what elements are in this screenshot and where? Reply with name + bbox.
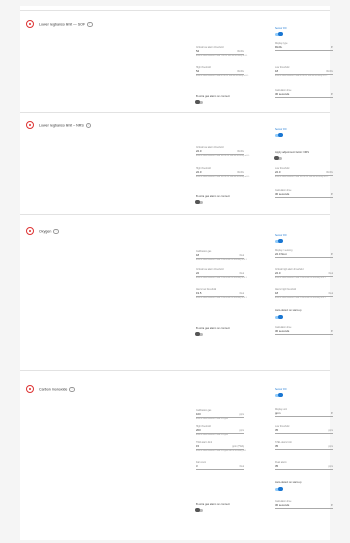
- sensor-label: Sensor ON: [275, 28, 287, 30]
- section-nrs: Lower regbanso limit – NRS i Sensor ON Ap…: [20, 112, 333, 215]
- interval-select[interactable]: 30 seconds ▾: [275, 329, 333, 335]
- settings-page: Lower regbanso limit — SOF i Sensor ON Di…: [20, 6, 333, 541]
- chevron-down-icon: ▾: [331, 329, 333, 334]
- extra-toggle[interactable]: [195, 331, 203, 337]
- field-hint: Enter a value between 0 and 25 flout wit…: [196, 259, 247, 261]
- sensor-toggle[interactable]: [275, 392, 283, 398]
- sensor-toggle[interactable]: [275, 132, 283, 138]
- field-hint: Enter a value between 0 and 999 ppm with…: [196, 450, 247, 452]
- alarm-icon: [26, 385, 34, 393]
- field-hint: Enter a value between 0 and 60 RL/DL wit…: [275, 75, 328, 77]
- alarm-icon: [26, 20, 34, 28]
- field-hint: Enter a value between 0 and 999 ppm: [196, 418, 228, 420]
- section-title: Carbon monoxide i: [39, 386, 75, 393]
- display-select[interactable]: RLDL ▾: [275, 45, 333, 51]
- field-hint: Enter a value between 0 and 1 RL/DL with…: [196, 55, 248, 57]
- field-hint: Enter a value between 0 and 60 RL/DL wit…: [196, 75, 249, 77]
- extra-toggle[interactable]: [195, 507, 203, 513]
- extra-label: B extra gas alarm on connect: [196, 327, 230, 330]
- startup-label: Auto-detect on start-up: [275, 481, 302, 484]
- chevron-down-icon: ▾: [331, 252, 333, 257]
- startup-toggle[interactable]: [275, 486, 283, 492]
- startup-toggle[interactable]: [275, 314, 283, 320]
- extra-toggle[interactable]: [195, 99, 203, 105]
- extra-toggle[interactable]: [195, 199, 203, 205]
- sensor-label: Sensor ON: [275, 235, 287, 237]
- sensor-toggle[interactable]: [275, 238, 283, 244]
- chevron-down-icon: ▾: [331, 92, 333, 97]
- adjust-toggle[interactable]: [274, 155, 282, 161]
- info-icon[interactable]: i: [87, 21, 93, 27]
- display-unit-select[interactable]: ppm ▾: [275, 411, 333, 417]
- section-title: Oxygen i: [39, 228, 59, 235]
- extra-label: B extra gas alarm on connect: [196, 503, 230, 506]
- sensor-label: Sensor ON: [275, 129, 287, 131]
- section-oxygen: Oxygen i Sensor ON Display / sensing 22.0…: [20, 214, 333, 371]
- interval-select[interactable]: 30 seconds ▾: [275, 503, 333, 509]
- chevron-down-icon: ▾: [331, 45, 333, 50]
- section-title: Lower regbanso limit — SOF i: [39, 21, 93, 28]
- field-hint: Enter a value between 0 and 25 flout wit…: [196, 297, 247, 299]
- field-hint: Enter a value between 0 and 25 flout wit…: [196, 277, 247, 279]
- info-icon[interactable]: i: [69, 386, 75, 392]
- chevron-down-icon: ▾: [331, 411, 333, 416]
- field-hint: Enter a value between 0 and 100 RL/DL wi…: [196, 155, 250, 157]
- interval-select[interactable]: 30 seconds ▾: [275, 192, 333, 198]
- chevron-down-icon: ▾: [331, 192, 333, 197]
- sensor-label: Sensor ON: [275, 389, 287, 391]
- extra-label: B extra gas alarm on connect: [196, 95, 230, 98]
- display-select[interactable]: 22.0 flout ▾: [275, 252, 333, 258]
- section-sof: Lower regbanso limit — SOF i Sensor ON Di…: [20, 10, 333, 113]
- info-icon[interactable]: i: [53, 228, 59, 234]
- info-icon[interactable]: i: [85, 122, 92, 128]
- field-hint: Enter a value between 0 and 25 flout wit…: [275, 297, 326, 299]
- stel-alarm-input[interactable]: 35 ppm: [275, 444, 333, 450]
- alarm-icon: [26, 121, 34, 129]
- fail-count-input[interactable]: 3 flout: [196, 464, 244, 470]
- interval-select[interactable]: 30 seconds ▾: [275, 92, 333, 98]
- startup-label: Auto-detect on start-up: [275, 309, 302, 312]
- low-threshold-input[interactable]: 35 ppm: [275, 428, 333, 434]
- alarm-icon: [26, 227, 34, 235]
- section-carbon-monoxide: Carbon monoxide i Sensor ON Display unit …: [20, 370, 333, 541]
- peak-alarm-input[interactable]: 35 ppm: [275, 464, 333, 470]
- section-title: Lower regbanso limit – NRS i: [39, 122, 92, 129]
- adjust-label: Apply adjustment factor: NRS: [275, 151, 310, 154]
- field-hint: Enter a value between 0 and 100 RL/DL wi…: [196, 176, 250, 178]
- sensor-toggle[interactable]: [275, 31, 283, 37]
- field-hint: Enter a value between 0 and 25 flout wit…: [275, 277, 326, 279]
- extra-label: B extra gas alarm on connect: [196, 195, 230, 198]
- field-hint: Enter a value between 0 and 100 RL/DL wi…: [275, 176, 329, 178]
- chevron-down-icon: ▾: [331, 503, 333, 508]
- field-hint: Enter a value between 0 and 999 ppm: [196, 434, 228, 436]
